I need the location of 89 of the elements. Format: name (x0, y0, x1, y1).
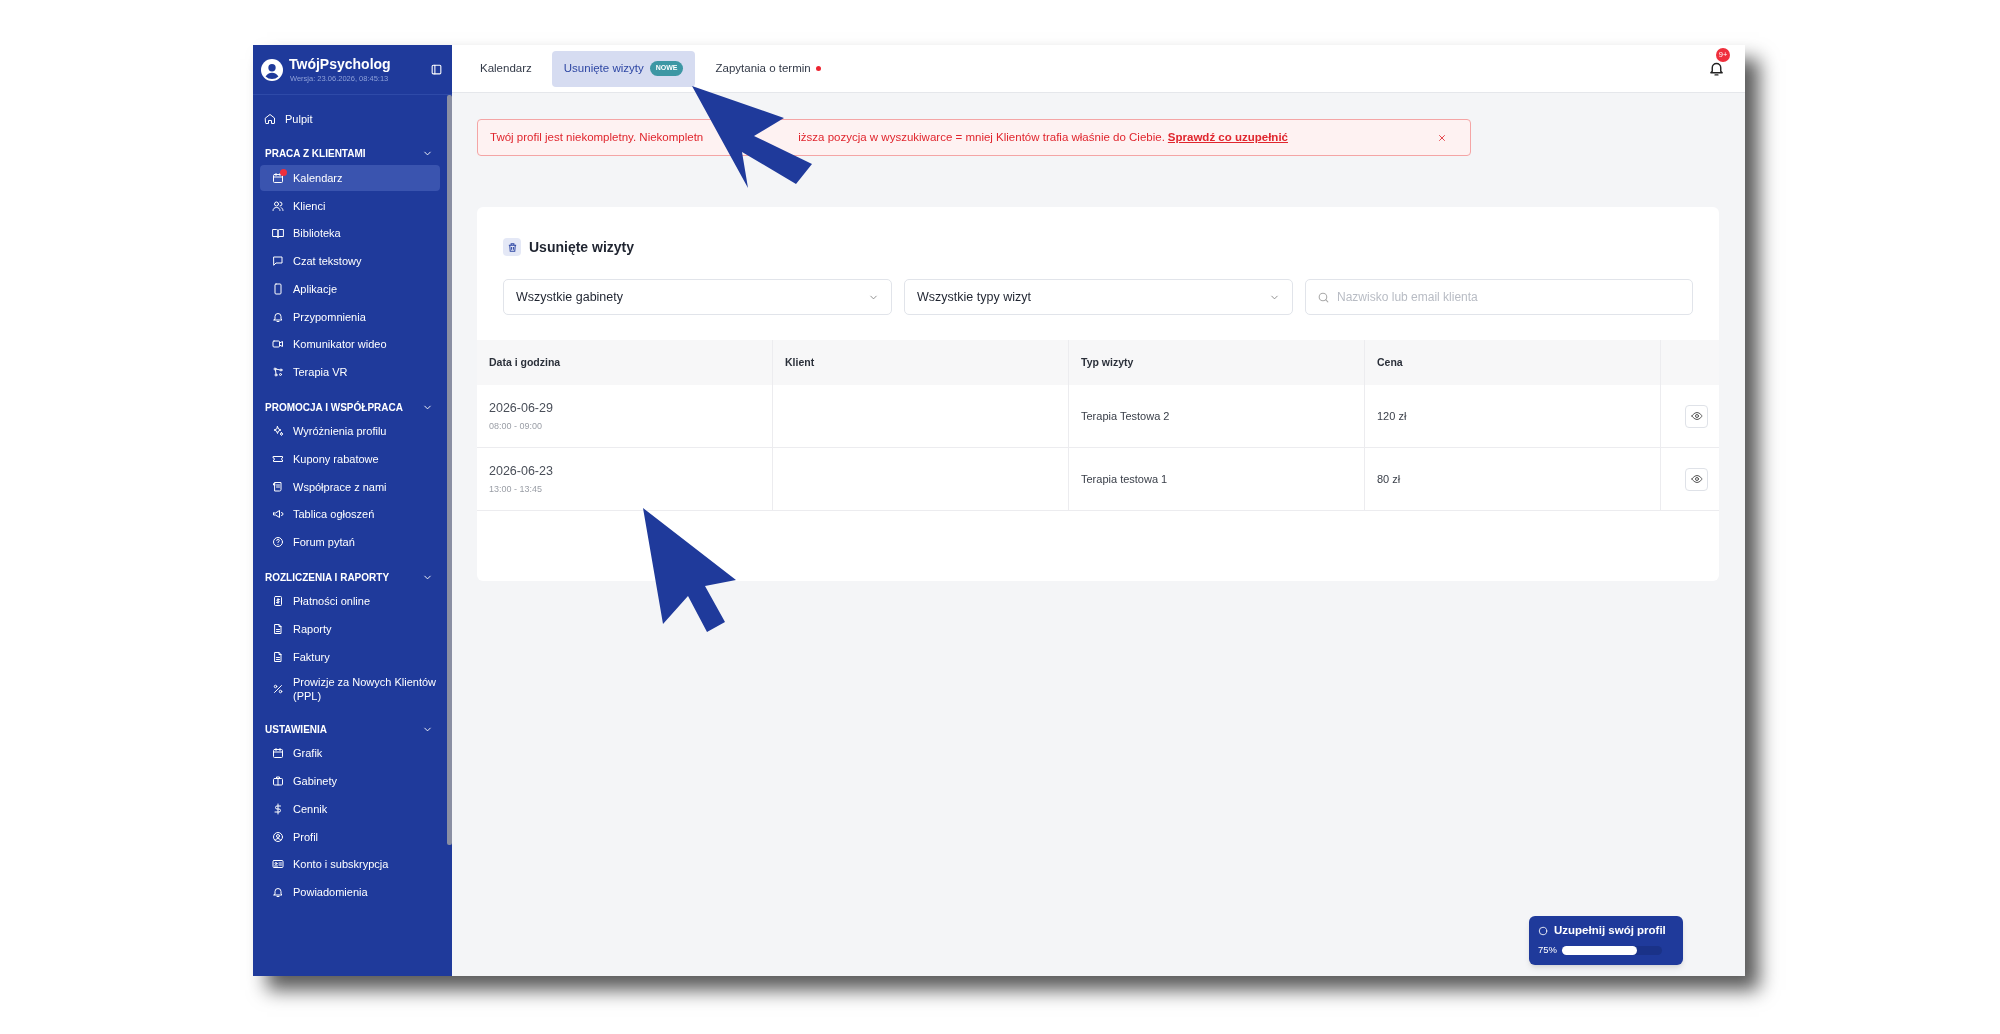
sidebar-item[interactable]: Prowizje za Nowych Klientów (PPL) (260, 671, 440, 708)
sidebar-item[interactable]: Płatności online (260, 588, 440, 614)
sidebar-item[interactable]: Forum pytań (260, 529, 440, 555)
sidebar-item[interactable]: Grafik (260, 740, 440, 767)
bell-icon (272, 886, 284, 898)
sidebar-item[interactable]: Faktury (260, 643, 440, 670)
sidebar-item[interactable]: Klienci (260, 192, 440, 219)
receipt-icon (272, 595, 284, 607)
tab[interactable]: Zapytania o termin (703, 50, 833, 87)
sidebar-item[interactable]: Profil (260, 823, 440, 850)
sidebar-item[interactable]: Kalendarz (260, 164, 440, 191)
tab[interactable]: Kalendarz (468, 50, 544, 87)
sidebar-item[interactable]: Konto i subskrypcja (260, 851, 440, 878)
search-icon (1317, 290, 1331, 304)
sparkles-icon (272, 425, 284, 437)
video-camera-icon (272, 338, 284, 351)
search-field[interactable]: Nazwisko lub email klienta (1305, 279, 1693, 315)
percent-icon (272, 683, 284, 696)
book-icon (272, 227, 284, 240)
calendar-icon (272, 747, 284, 760)
table-cell-text: 80 zł (1377, 471, 1401, 487)
document-icon (272, 622, 284, 635)
column-header: Typ wizyty (1081, 354, 1134, 370)
briefcase-icon (272, 775, 284, 787)
progress-title: Uzupełnij swój profil (1554, 923, 1666, 938)
sidebar-item[interactable]: Powiadomienia (260, 879, 440, 905)
alert-text: iższa pozycja w wyszukiwarce = mniej Klientów trafia właśnie do Ciebie. (798, 129, 1165, 145)
chat-icon (272, 255, 284, 267)
column-header: Cena (1377, 354, 1403, 370)
bell-icon (272, 310, 284, 323)
id-card-icon (272, 858, 284, 871)
dollar-icon (272, 802, 284, 815)
dots-icon (272, 366, 284, 378)
sidebar-item[interactable]: Cennik (260, 795, 440, 822)
trash-icon (503, 238, 521, 256)
eye-icon (1690, 473, 1703, 485)
sidebar-item[interactable]: Tablica ogłoszeń (260, 501, 440, 528)
column-header: Klient (785, 354, 815, 370)
time-text: 13:00 - 13:45 (489, 482, 544, 496)
bell-icon (1707, 60, 1725, 77)
brand-name: TwójPsycholog (289, 56, 392, 71)
eye-icon (1690, 410, 1703, 422)
card-title: Usunięte wizyty (529, 237, 635, 257)
progress-reading: 75% (1538, 943, 1557, 958)
table-cell-text: Terapia testowa 1 (1081, 471, 1168, 487)
table-cell-text: 120 zł (1377, 408, 1407, 424)
scroll-icon (272, 480, 284, 493)
date-text: 2026-06-23 (489, 462, 554, 480)
sidebar-item[interactable]: Współprace z nami (260, 473, 440, 500)
phone-icon (272, 282, 284, 295)
dropdown[interactable]: Wszystkie typy wizyt (904, 279, 1294, 315)
arrow-icon (643, 508, 736, 632)
sidebar-item[interactable]: Czat tekstowy (260, 248, 440, 274)
home-icon (264, 112, 276, 125)
date-text: 2026-06-29 (489, 399, 554, 417)
close-icon (1437, 132, 1447, 143)
sidebar-item[interactable]: Gabinety (260, 768, 440, 794)
section-header[interactable]: USTAWIENIA (253, 720, 437, 739)
sidebar-item[interactable]: Raporty (260, 615, 440, 642)
view-button[interactable] (1685, 467, 1708, 491)
time-text: 08:00 - 09:00 (489, 419, 544, 433)
sidebar-item[interactable]: Aplikacje (260, 275, 440, 302)
user-circle-icon (272, 830, 284, 843)
section-header[interactable]: PROMOCJA I WSPÓŁPRACA (253, 398, 437, 416)
sidebar-item[interactable]: Biblioteka (260, 220, 440, 247)
sidebar-item[interactable]: Kupony rabatowe (260, 445, 440, 472)
sidebar-item[interactable]: Wyróżnienia profilu (260, 418, 440, 444)
question-icon (272, 536, 284, 548)
sidebar-item[interactable]: Przypomnienia (260, 303, 440, 330)
alert-text: Twój profil jest niekompletny. Niekompletn (490, 129, 704, 145)
section-header[interactable]: ROZLICZENIA I RAPORTY (253, 568, 437, 586)
dropdown[interactable]: Wszystkie gabinety (503, 279, 892, 315)
alert-link[interactable]: Sprawdź co uzupełnić (1167, 128, 1288, 147)
circle-icon (1538, 925, 1548, 936)
document-icon (272, 650, 284, 663)
section-header[interactable]: PRACA Z KLIENTAMI (253, 144, 437, 163)
sidebar-panel-icon (429, 63, 443, 76)
users-icon (272, 199, 284, 212)
view-button[interactable] (1685, 404, 1708, 428)
table-cell-text: Terapia Testowa 2 (1081, 408, 1170, 424)
avatar-icon[interactable] (261, 58, 283, 81)
profile-progress-badge[interactable]: Uzupełnij swój profil 75% (1529, 916, 1683, 965)
sidebar-item[interactable]: Terapia VR (260, 359, 440, 385)
sidebar-item[interactable]: Pulpit (260, 105, 440, 132)
calendar-icon (272, 171, 284, 184)
sidebar-item[interactable]: Komunikator wideo (260, 331, 440, 358)
column-header: Data i godzina (489, 354, 561, 370)
scrollbar[interactable] (447, 95, 452, 845)
megaphone-icon (272, 508, 284, 521)
